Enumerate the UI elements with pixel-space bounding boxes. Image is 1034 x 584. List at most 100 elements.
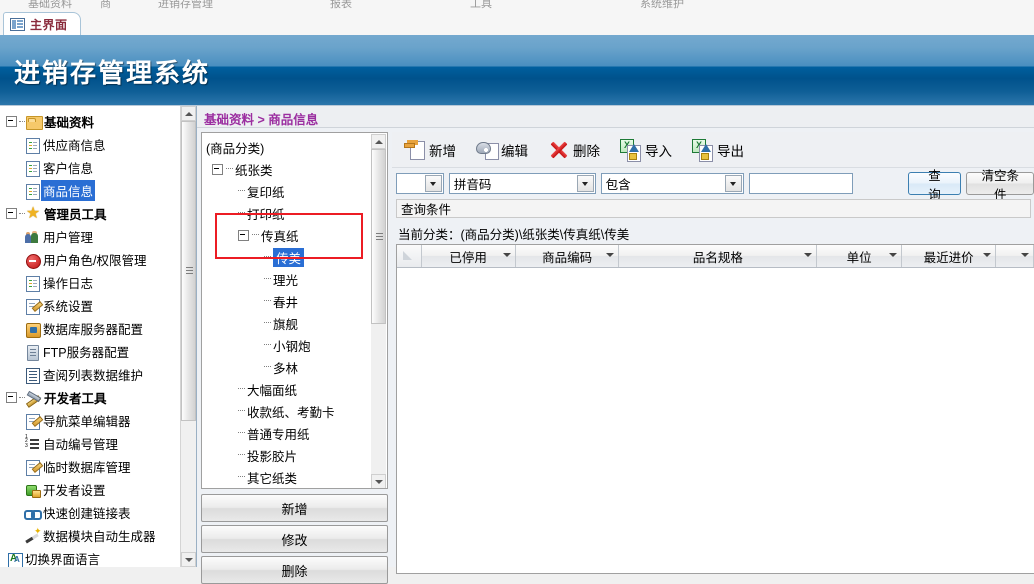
sidebar-item-6[interactable]: 用户角色/权限管理 bbox=[2, 248, 196, 271]
category-scroll-up-icon[interactable] bbox=[371, 134, 386, 149]
clear-conditions-button[interactable]: 清空条件 bbox=[966, 169, 1034, 202]
category-node-8[interactable]: 小钢炮 bbox=[206, 334, 387, 356]
expander-collapse-icon[interactable] bbox=[212, 163, 223, 175]
grid-column-header-1[interactable]: 商品编码 bbox=[516, 245, 620, 267]
menu-item-0[interactable]: 基础资料 bbox=[28, 0, 72, 11]
category-node-4[interactable]: 传美 bbox=[206, 246, 387, 268]
grid-corner-cell[interactable] bbox=[397, 245, 422, 267]
menu-item-2[interactable]: 进销存管理 bbox=[158, 0, 213, 11]
tree-connector bbox=[264, 322, 271, 324]
scroll-down-arrow-icon[interactable] bbox=[181, 552, 196, 567]
chevron-down-icon[interactable] bbox=[804, 253, 813, 257]
sidebar-item-15[interactable]: 临时数据库管理 bbox=[2, 455, 196, 478]
menu-item-3[interactable]: 报表 bbox=[330, 0, 352, 11]
edit-page-icon bbox=[26, 413, 40, 430]
mode-select[interactable]: 拼音码 bbox=[448, 173, 596, 194]
category-node-9[interactable]: 多林 bbox=[206, 356, 387, 378]
sidebar-item-7[interactable]: 操作日志 bbox=[2, 271, 196, 294]
sidebar-item-18[interactable]: 数据模块自动生成器 bbox=[2, 524, 196, 547]
sidebar-item-3[interactable]: 商品信息 bbox=[2, 179, 196, 202]
sidebar-item-icon bbox=[24, 482, 41, 498]
category-delete-button[interactable]: 删除 bbox=[201, 556, 388, 584]
expander-collapse-icon[interactable] bbox=[6, 392, 17, 403]
tab-main-interface[interactable]: 主界面 bbox=[3, 12, 81, 35]
grid-column-header-4[interactable]: 最近进价 bbox=[902, 245, 997, 267]
sidebar-item-12[interactable]: 开发者工具 bbox=[2, 386, 196, 409]
application-window: 基础资料 商 进销存管理 报表 工具 系统维护 主界面 进销存管理系统 基础资料… bbox=[0, 0, 1034, 584]
grid-column-header-0[interactable]: 已停用 bbox=[422, 245, 516, 267]
operator-select[interactable]: 包含 bbox=[600, 173, 744, 194]
sidebar-item-1[interactable]: 供应商信息 bbox=[2, 133, 196, 156]
toolbar-import-button[interactable]: 导入 bbox=[613, 134, 679, 166]
sidebar-item-10[interactable]: FTP服务器配置 bbox=[2, 340, 196, 363]
grid-column-header-2[interactable]: 品名规格 bbox=[619, 245, 818, 267]
sidebar-item-4[interactable]: ★ 管理员工具 bbox=[2, 202, 196, 225]
sidebar-item-14[interactable]: 自动编号管理 bbox=[2, 432, 196, 455]
menu-item-4[interactable]: 工具 bbox=[470, 0, 492, 11]
category-node-15[interactable]: 书写双胶纸 bbox=[206, 488, 387, 489]
category-node-label: 理光 bbox=[273, 273, 299, 288]
expander-collapse-icon[interactable] bbox=[6, 116, 17, 127]
search-input[interactable] bbox=[748, 173, 853, 194]
category-node-5[interactable]: 理光 bbox=[206, 268, 387, 290]
sidebar-item-8[interactable]: 系统设置 bbox=[2, 294, 196, 317]
category-tree[interactable]: (商品分类) 纸张类 复印纸 打印纸 传真纸 传美理光春井 旗舰 小钢炮 多林大幅面纸收款纸、考… bbox=[201, 132, 388, 489]
sidebar-item-13[interactable]: 导航菜单编辑器 bbox=[2, 409, 196, 432]
sidebar-item-19[interactable]: 切换界面语言 bbox=[2, 547, 196, 567]
category-node-13[interactable]: 投影胶片 bbox=[206, 444, 387, 466]
category-scroll-thumb[interactable] bbox=[371, 149, 386, 324]
sidebar-item-17[interactable]: 快速创建链接表 bbox=[2, 501, 196, 524]
menu-item-1[interactable]: 商 bbox=[100, 0, 111, 11]
app-banner: 进销存管理系统 bbox=[0, 35, 1034, 106]
menu-item-5[interactable]: 系统维护 bbox=[640, 0, 684, 11]
grid-column-header-5[interactable] bbox=[996, 245, 1034, 267]
expander-collapse-icon[interactable] bbox=[238, 229, 249, 241]
scroll-up-arrow-icon[interactable] bbox=[181, 106, 196, 121]
sidebar-item-11[interactable]: 查阅列表数据维护 bbox=[2, 363, 196, 386]
toolbar-export-button[interactable]: 导出 bbox=[685, 134, 751, 166]
category-add-button[interactable]: 新增 bbox=[201, 494, 388, 522]
category-edit-button[interactable]: 修改 bbox=[201, 525, 388, 553]
sidebar-item-0[interactable]: 基础资料 bbox=[2, 110, 196, 133]
chevron-down-icon[interactable] bbox=[983, 253, 992, 257]
category-node-7[interactable]: 旗舰 bbox=[206, 312, 387, 334]
category-scrollbar[interactable] bbox=[371, 134, 386, 488]
sidebar-scroll-thumb[interactable] bbox=[181, 121, 196, 421]
category-node-1[interactable]: 复印纸 bbox=[206, 180, 387, 202]
category-node-14[interactable]: 其它纸类 bbox=[206, 466, 387, 488]
sidebar-item-5[interactable]: 用户管理 bbox=[2, 225, 196, 248]
sidebar-item-2[interactable]: 客户信息 bbox=[2, 156, 196, 179]
expander-collapse-icon[interactable] bbox=[6, 208, 17, 219]
query-button[interactable]: 查询 bbox=[907, 169, 962, 202]
forbidden-icon bbox=[26, 253, 41, 269]
chevron-down-icon[interactable] bbox=[502, 253, 511, 257]
toolbar-new-button[interactable]: 新增 bbox=[397, 134, 463, 166]
navigation-sidebar[interactable]: 基础资料 供应商信息 客户信息 商品信息 ★ 管理员工具 用户管理 用户角色/权限管理 操作日志… bbox=[0, 106, 197, 567]
category-node-2[interactable]: 打印纸 bbox=[206, 202, 387, 224]
sidebar-item-9[interactable]: 数据库服务器配置 bbox=[2, 317, 196, 340]
sidebar-item-16[interactable]: 开发者设置 bbox=[2, 478, 196, 501]
grid-column-header-3[interactable]: 单位 bbox=[817, 245, 903, 267]
sidebar-scrollbar[interactable] bbox=[180, 106, 196, 567]
chevron-down-icon[interactable] bbox=[889, 253, 898, 257]
chevron-down-icon[interactable] bbox=[1021, 253, 1029, 257]
chevron-down-icon[interactable] bbox=[424, 175, 442, 192]
category-root[interactable]: (商品分类) bbox=[206, 136, 387, 158]
category-scroll-down-icon[interactable] bbox=[371, 474, 386, 488]
category-node-12[interactable]: 普通专用纸 bbox=[206, 422, 387, 444]
category-node-11[interactable]: 收款纸、考勤卡 bbox=[206, 400, 387, 422]
toolbar-edit-label: 编辑 bbox=[501, 143, 528, 159]
toolbar-edit-button[interactable]: 编辑 bbox=[469, 134, 535, 166]
category-node-6[interactable]: 春井 bbox=[206, 290, 387, 312]
field-select[interactable] bbox=[396, 173, 444, 194]
category-node-0[interactable]: 纸张类 bbox=[206, 158, 387, 180]
sidebar-item-label: 切换界面语言 bbox=[25, 553, 101, 567]
chevron-down-icon[interactable] bbox=[724, 175, 742, 192]
chevron-down-icon[interactable] bbox=[606, 253, 615, 257]
category-node-10[interactable]: 大幅面纸 bbox=[206, 378, 387, 400]
chevron-down-icon[interactable] bbox=[576, 175, 594, 192]
category-node-label: 大幅面纸 bbox=[247, 383, 298, 398]
product-grid[interactable]: 已停用 商品编码 品名规格 单位 最近进价 bbox=[396, 244, 1034, 574]
category-node-3[interactable]: 传真纸 bbox=[206, 224, 387, 246]
toolbar-delete-button[interactable]: 删除 bbox=[541, 134, 607, 166]
